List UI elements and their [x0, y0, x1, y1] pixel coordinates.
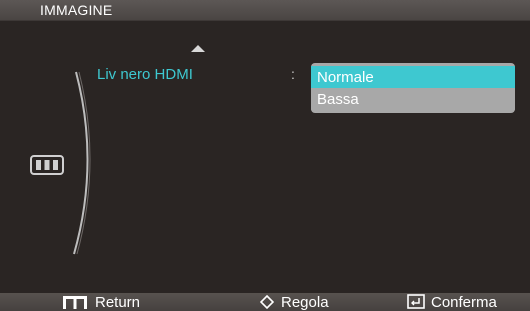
- option-label: Bassa: [317, 91, 359, 108]
- enter-icon: [407, 294, 425, 309]
- option-bassa[interactable]: Bassa: [311, 88, 515, 110]
- option-label: Normale: [317, 69, 374, 86]
- menu-m-icon: [63, 296, 87, 309]
- menu-arc-icon: [73, 71, 91, 255]
- diamond-arrows-icon: [260, 295, 274, 309]
- footer-bar: Return Regola Conferma: [0, 293, 530, 311]
- confirm-label: Conferma: [431, 294, 497, 311]
- arrow-up-icon[interactable]: [191, 45, 205, 52]
- menu-item-label[interactable]: Liv nero HDMI: [97, 66, 193, 83]
- option-normale[interactable]: Normale: [311, 66, 515, 88]
- option-dropdown[interactable]: Normale Bassa: [311, 63, 515, 113]
- title-divider: [0, 20, 530, 21]
- return-label: Return: [95, 294, 141, 311]
- return-hint[interactable]: Return: [62, 293, 162, 311]
- monitor-menu-icon: [30, 155, 64, 175]
- adjust-label: Regola: [281, 294, 329, 311]
- adjust-hint[interactable]: Regola: [260, 293, 360, 311]
- page-title: IMMAGINE: [40, 2, 113, 18]
- separator-colon: :: [291, 66, 295, 82]
- title-bar: IMMAGINE: [0, 0, 530, 20]
- confirm-hint[interactable]: Conferma: [407, 293, 527, 311]
- osd-window: IMMAGINE Liv nero HDMI : Normale Bassa R…: [0, 0, 530, 311]
